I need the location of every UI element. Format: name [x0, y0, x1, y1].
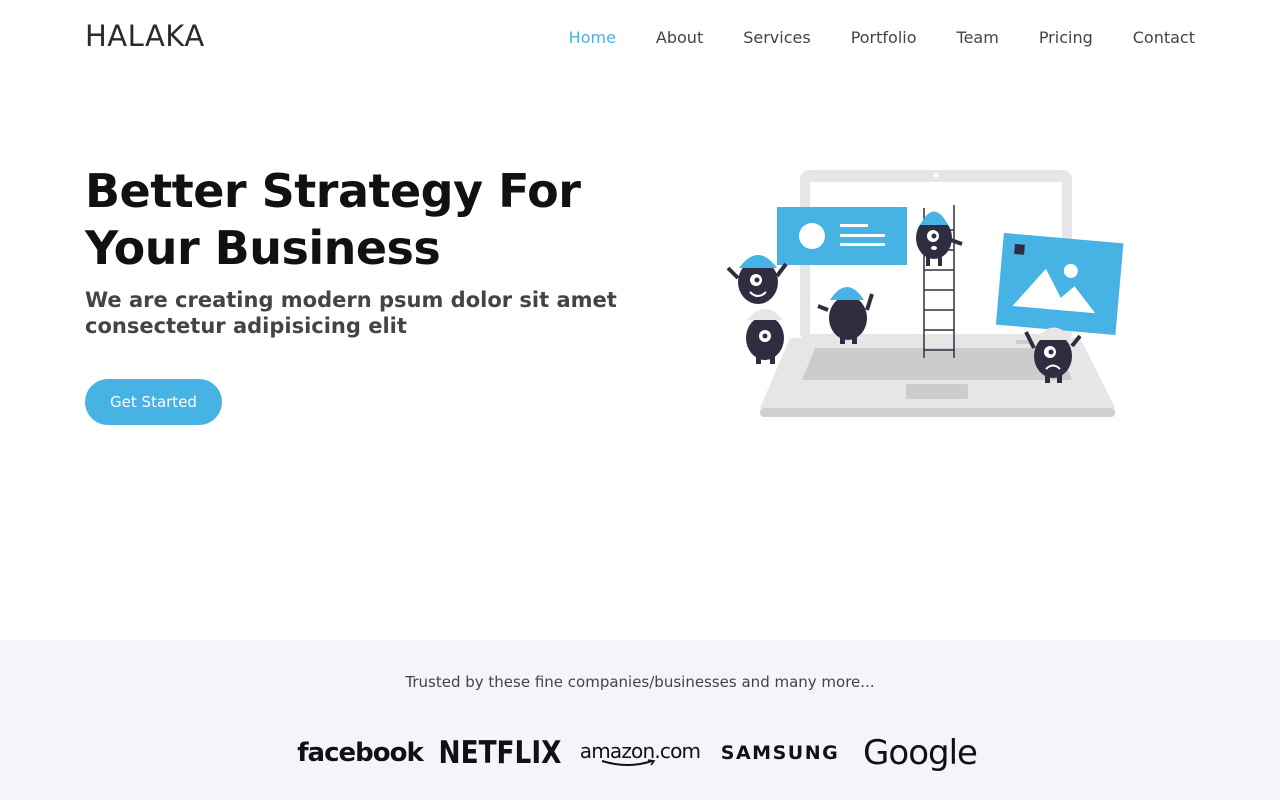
nav-link-contact[interactable]: Contact [1133, 28, 1195, 48]
nav-link-about[interactable]: About [656, 28, 703, 48]
card-line [840, 234, 885, 237]
facebook-logo: facebook [297, 738, 424, 768]
laptop-camera [933, 172, 939, 178]
nav-link-services[interactable]: Services [743, 28, 810, 48]
image-card [995, 232, 1124, 336]
card-line [840, 224, 868, 227]
google-logo: Google [863, 733, 978, 773]
site-header: HALAKA Home About Services Portfolio Tea… [0, 0, 1280, 76]
main-nav: Home About Services Portfolio Team Prici… [569, 28, 1195, 48]
creature-figure [746, 309, 784, 364]
hero-subtitle: We are creating modern psum dolor sit am… [85, 288, 617, 338]
amazon-logo: amazon.com [580, 728, 701, 778]
nav-link-portfolio[interactable]: Portfolio [851, 28, 917, 48]
laptop-base-edge [760, 408, 1115, 417]
profile-avatar-shape [799, 223, 825, 249]
site-logo[interactable]: HALAKA [85, 19, 205, 53]
clients-intro: Trusted by these fine companies/business… [405, 673, 875, 691]
laptop-team-illustration [726, 170, 1124, 417]
laptop-indicator [1016, 340, 1030, 344]
laptop-keyboard [802, 348, 1072, 380]
nav-link-team[interactable]: Team [957, 28, 999, 48]
samsung-logo: SAMSUNG [720, 742, 840, 764]
nav-link-home[interactable]: Home [569, 28, 616, 48]
amazon-smile-icon [601, 759, 656, 766]
laptop-trackpad [906, 384, 968, 399]
get-started-button[interactable]: Get Started [85, 379, 222, 425]
client-logos: facebook NETFLIX amazon.com SAMSUNG Goog… [0, 728, 1280, 778]
clients-section: Trusted by these fine companies/business… [0, 640, 1280, 800]
card-line [840, 243, 885, 246]
netflix-logo: NETFLIX [438, 735, 562, 771]
hero-title: Better Strategy For Your Business [85, 164, 581, 275]
nav-link-pricing[interactable]: Pricing [1039, 28, 1093, 48]
